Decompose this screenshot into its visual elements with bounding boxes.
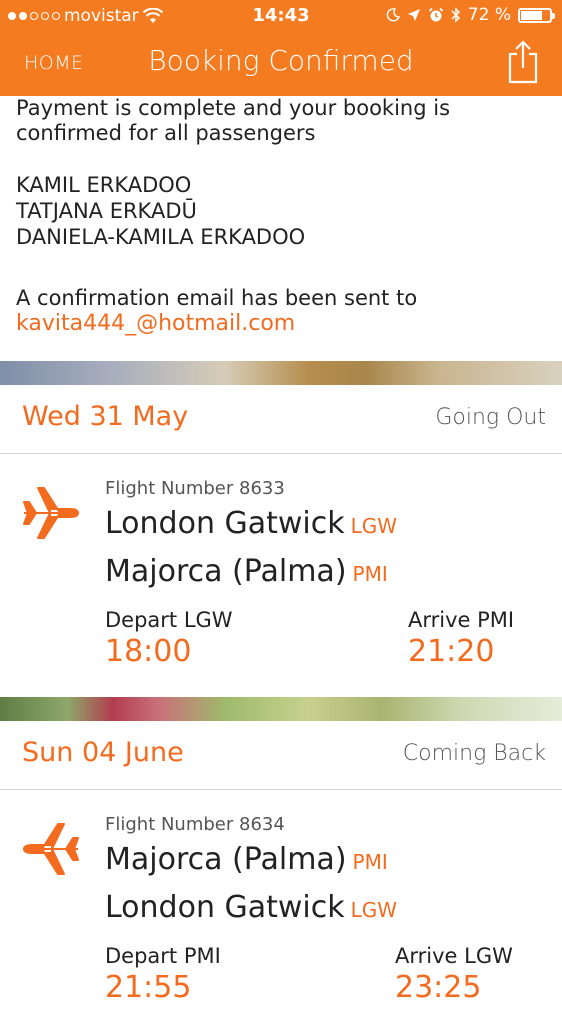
airplane-icon: [23, 487, 79, 539]
decorative-banner: [0, 697, 562, 721]
email-notice: A confirmation email has been sent to: [16, 286, 418, 310]
origin-name: London Gatwick: [105, 506, 345, 541]
email-notice-block: A confirmation email has been sent to ka…: [16, 286, 546, 336]
depart-time: 18:00: [105, 634, 192, 669]
outbound-direction: Going Out: [435, 405, 546, 430]
origin-code: LGW: [350, 514, 398, 538]
email-link[interactable]: kavita444_@hotmail.com: [16, 311, 546, 336]
return-date: Sun 04 June: [22, 737, 184, 768]
origin-airport: London Gatwick LGW: [105, 506, 397, 541]
destination-airport: London Gatwick LGW: [105, 890, 397, 925]
battery-percent: 72 %: [467, 5, 511, 25]
status-bar: movistar 14:43 72 %: [0, 0, 562, 32]
origin-name: Majorca (Palma): [105, 842, 347, 877]
arrive-label: Arrive LGW: [395, 944, 513, 968]
outbound-flight-card[interactable]: Flight Number 8633 London Gatwick LGW Maj…: [0, 454, 562, 694]
destination-airport: Majorca (Palma) PMI: [105, 554, 388, 589]
return-direction: Coming Back: [402, 741, 546, 766]
origin-code: PMI: [352, 850, 388, 874]
confirmation-message: Payment is complete and your booking is …: [16, 96, 451, 145]
passenger-name: TATJANA ERKADŪ: [16, 199, 197, 223]
origin-airport: Majorca (Palma) PMI: [105, 842, 388, 877]
location-arrow-icon: [407, 9, 420, 21]
top-bar: movistar 14:43 72 % HOME Booking Confirm…: [0, 0, 562, 96]
decorative-banner: [0, 361, 562, 385]
bluetooth-icon: [451, 7, 460, 23]
passenger-name: KAMIL ERKADOO: [16, 173, 192, 197]
depart-label: Depart LGW: [105, 608, 233, 632]
arrive-label: Arrive PMI: [408, 608, 515, 632]
destination-code: PMI: [352, 562, 388, 586]
destination-name: Majorca (Palma): [105, 554, 347, 589]
status-right: 72 %: [386, 5, 555, 25]
battery-icon: [518, 7, 555, 23]
arrive-time: 21:20: [408, 634, 495, 669]
destination-code: LGW: [350, 898, 398, 922]
return-date-row: Sun 04 June Coming Back: [0, 721, 562, 790]
confirmation-section: Payment is complete and your booking is …: [16, 96, 546, 336]
moon-icon: [386, 8, 400, 22]
alarm-icon: [428, 7, 443, 22]
flight-number: Flight Number 8634: [105, 814, 285, 835]
depart-label: Depart PMI: [105, 944, 221, 968]
passenger-name: DANIELA-KAMILA ERKADOO: [16, 225, 306, 249]
page-title: Booking Confirmed: [148, 44, 414, 77]
destination-name: London Gatwick: [105, 890, 345, 925]
share-icon[interactable]: [506, 40, 540, 84]
outbound-date: Wed 31 May: [22, 401, 189, 432]
airplane-icon: [23, 823, 79, 875]
passenger-list: KAMIL ERKADOO TATJANA ERKADŪ DANIELA-KAM…: [16, 172, 546, 250]
flight-number: Flight Number 8633: [105, 478, 285, 499]
outbound-date-row: Wed 31 May Going Out: [0, 385, 562, 454]
return-flight-card[interactable]: Flight Number 8634 Majorca (Palma) PMI Lo…: [0, 790, 562, 1030]
